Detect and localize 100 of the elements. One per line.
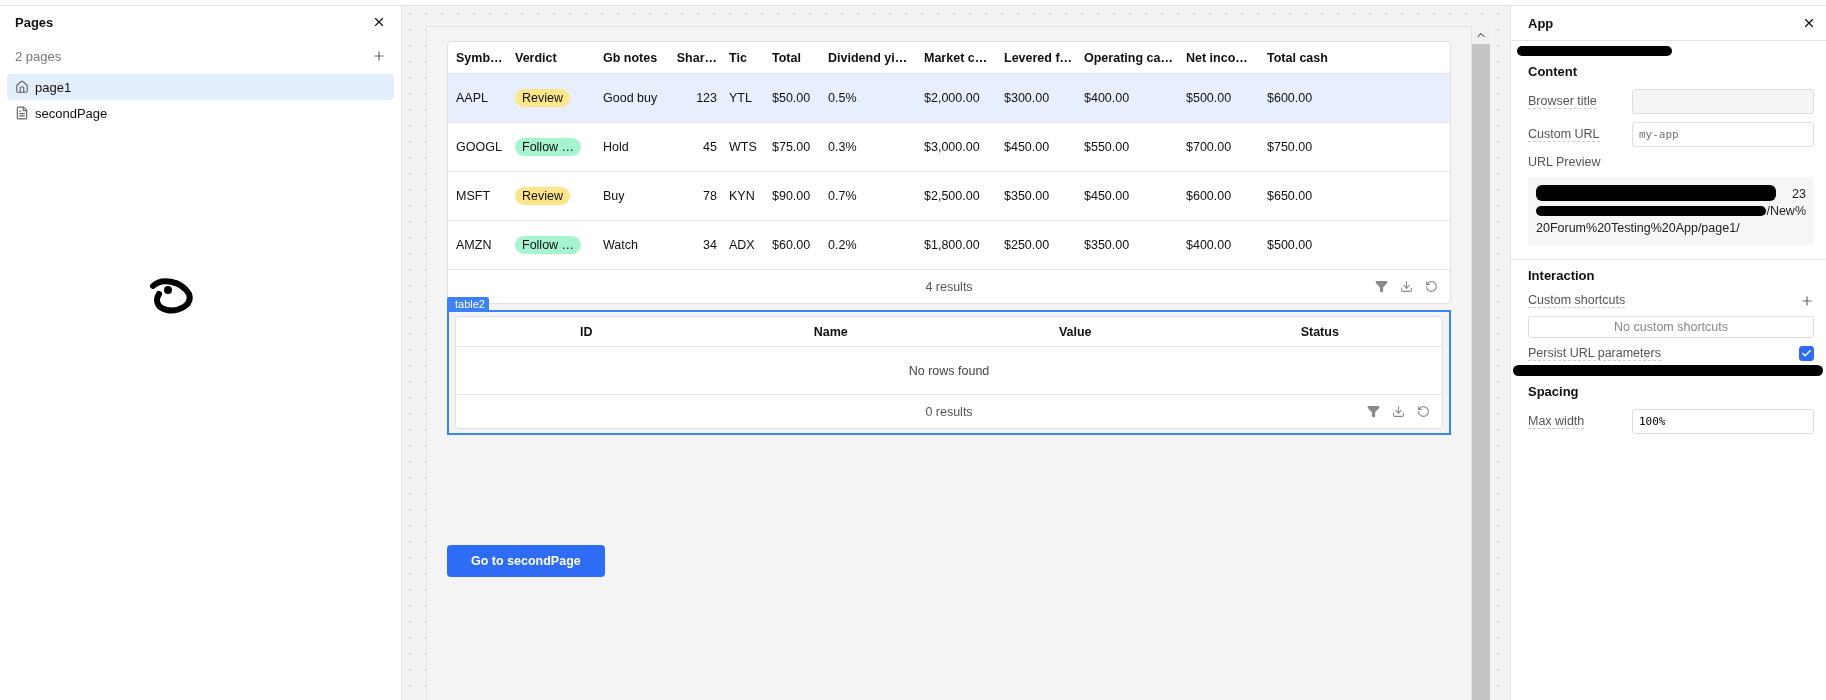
component-label[interactable]: table2 xyxy=(447,297,489,311)
column-header[interactable]: Verdict xyxy=(515,50,603,65)
refresh-icon[interactable] xyxy=(1425,280,1438,293)
table-cell-text: $500.00 xyxy=(1186,91,1233,105)
section-heading: Interaction xyxy=(1528,267,1596,285)
field-label: Custom shortcuts xyxy=(1528,293,1626,308)
table-cell-text: ADX xyxy=(729,238,756,252)
input-field[interactable]: my-app xyxy=(1632,122,1814,147)
column-header[interactable]: Operating ca… xyxy=(1084,50,1186,65)
table-cell-text: $600.00 xyxy=(1267,91,1314,105)
table-cell-text: $400.00 xyxy=(1186,238,1233,252)
table-cell-text: MSFT xyxy=(456,189,492,203)
column-header[interactable]: Levered f… xyxy=(1004,50,1084,65)
column-header[interactable]: Gb notes xyxy=(603,50,674,65)
table-row[interactable]: AAPL Review Good buy 123 YTL $50.00 0.5% $2,000.00 $300.00 $400.00 $500.00 $600.00 xyxy=(448,74,1450,123)
table-cell-text: Buy xyxy=(603,189,626,203)
status-tag: Follow … xyxy=(515,138,582,156)
table-cell-text: KYN xyxy=(729,189,756,203)
table-cell-text: 45 xyxy=(702,140,718,154)
field-label: Browser title xyxy=(1528,94,1597,109)
table-cell-text: AAPL xyxy=(456,91,489,105)
document-icon xyxy=(15,106,29,120)
url-fragment: 23 xyxy=(1792,187,1806,201)
table-cell-text: $75.00 xyxy=(772,140,812,154)
table-cell-text: GOOGL xyxy=(456,140,503,154)
table-cell-text: 0.7% xyxy=(828,189,858,203)
page-item[interactable]: secondPage xyxy=(7,100,394,126)
column-header[interactable]: Tic xyxy=(729,50,772,65)
table-cell-text: $650.00 xyxy=(1267,189,1314,203)
column-header[interactable]: ID xyxy=(464,324,709,339)
field-label: Persist URL parameters xyxy=(1528,346,1661,361)
status-tag: Review xyxy=(515,89,570,107)
page-count: 2 pages xyxy=(15,48,62,64)
table-row[interactable]: MSFT Review Buy 78 KYN $90.00 0.7% $2,500.00 $350.00 $450.00 $600.00 $650.00 xyxy=(448,172,1450,221)
column-header[interactable]: Total cash xyxy=(1267,50,1450,65)
table-cell-text: $3,000.00 xyxy=(924,140,981,154)
add-icon[interactable] xyxy=(1800,293,1814,308)
table-cell-text: $1,800.00 xyxy=(924,238,981,252)
column-header[interactable]: Market c… xyxy=(924,50,1004,65)
check-icon xyxy=(1801,348,1812,359)
filter-icon[interactable] xyxy=(1375,280,1388,293)
field-label: Max width xyxy=(1528,414,1585,429)
input-field[interactable] xyxy=(1632,89,1814,114)
empty-shortcuts: No custom shortcuts xyxy=(1528,316,1814,338)
table-cell-text: Watch xyxy=(603,238,639,252)
table-cell-text: AMZN xyxy=(456,238,493,252)
table-cell-text: $400.00 xyxy=(1084,91,1131,105)
scribble-drawing xyxy=(147,276,195,316)
table-cell-text: $60.00 xyxy=(772,238,812,252)
close-icon[interactable] xyxy=(372,15,386,29)
table-cell-text: $350.00 xyxy=(1084,238,1131,252)
section-heading: Content xyxy=(1528,63,1579,81)
filter-icon[interactable] xyxy=(1367,405,1380,418)
table-cell-text: 78 xyxy=(702,189,718,203)
column-header[interactable]: Shar… xyxy=(674,50,729,65)
column-header[interactable]: Name xyxy=(708,324,953,339)
table-cell-text: Good buy xyxy=(603,91,659,105)
table-cell-text: $250.00 xyxy=(1004,238,1051,252)
field-label: URL Preview xyxy=(1528,155,1602,169)
input-field[interactable]: 100% xyxy=(1632,409,1814,434)
result-count: 4 results xyxy=(925,279,973,294)
table-cell-text: 34 xyxy=(702,238,718,252)
table-cell-text: YTL xyxy=(729,91,753,105)
close-icon[interactable] xyxy=(1802,16,1816,30)
add-icon[interactable] xyxy=(372,49,386,63)
empty-message: No rows found xyxy=(908,363,990,378)
url-text: 20Forum%20Testing%20App/page1/ xyxy=(1536,221,1741,235)
table-cell-text: 0.3% xyxy=(828,140,858,154)
table-cell-text: $550.00 xyxy=(1084,140,1131,154)
checkbox[interactable] xyxy=(1799,346,1814,361)
table-row[interactable]: GOOGL Follow … Hold 45 WTS $75.00 0.3% $3,000.00 $450.00 $550.00 $700.00 $750.00 xyxy=(448,123,1450,172)
column-header[interactable]: Status xyxy=(1197,324,1442,339)
table-cell-text: $90.00 xyxy=(772,189,812,203)
table-cell-text: $50.00 xyxy=(772,91,812,105)
column-header[interactable]: Net inco… xyxy=(1186,50,1267,65)
home-icon xyxy=(15,80,29,94)
column-header[interactable]: Total xyxy=(772,50,828,65)
column-header[interactable]: Dividend yi… xyxy=(828,50,924,65)
table-cell-text: $2,500.00 xyxy=(924,189,981,203)
table-row[interactable]: AMZN Follow … Watch 34 ADX $60.00 0.2% $1,800.00 $250.00 $350.00 $400.00 $500.00 xyxy=(448,221,1450,270)
table-cell-text: 0.5% xyxy=(828,91,858,105)
table-cell-text: $300.00 xyxy=(1004,91,1051,105)
table-cell-text: $600.00 xyxy=(1186,189,1233,203)
refresh-icon[interactable] xyxy=(1417,405,1430,418)
table-cell-text: $2,000.00 xyxy=(924,91,981,105)
section-heading: Spacing xyxy=(1528,383,1580,401)
download-icon[interactable] xyxy=(1400,280,1413,293)
navigate-button[interactable]: Go to secondPage xyxy=(447,545,605,577)
table-cell-text: $350.00 xyxy=(1004,189,1051,203)
table-cell-text: $450.00 xyxy=(1004,140,1051,154)
column-header[interactable]: Value xyxy=(953,324,1198,339)
page-item[interactable]: page1 xyxy=(7,74,394,100)
download-icon[interactable] xyxy=(1392,405,1405,418)
column-header[interactable]: Symb… xyxy=(456,50,515,65)
panel-title: App xyxy=(1528,15,1554,31)
panel-title: Pages xyxy=(15,14,54,30)
field-label: Custom URL xyxy=(1528,127,1600,142)
table-cell-text: 123 xyxy=(695,91,718,105)
result-count: 0 results xyxy=(925,404,973,419)
status-tag: Follow … xyxy=(515,236,582,254)
